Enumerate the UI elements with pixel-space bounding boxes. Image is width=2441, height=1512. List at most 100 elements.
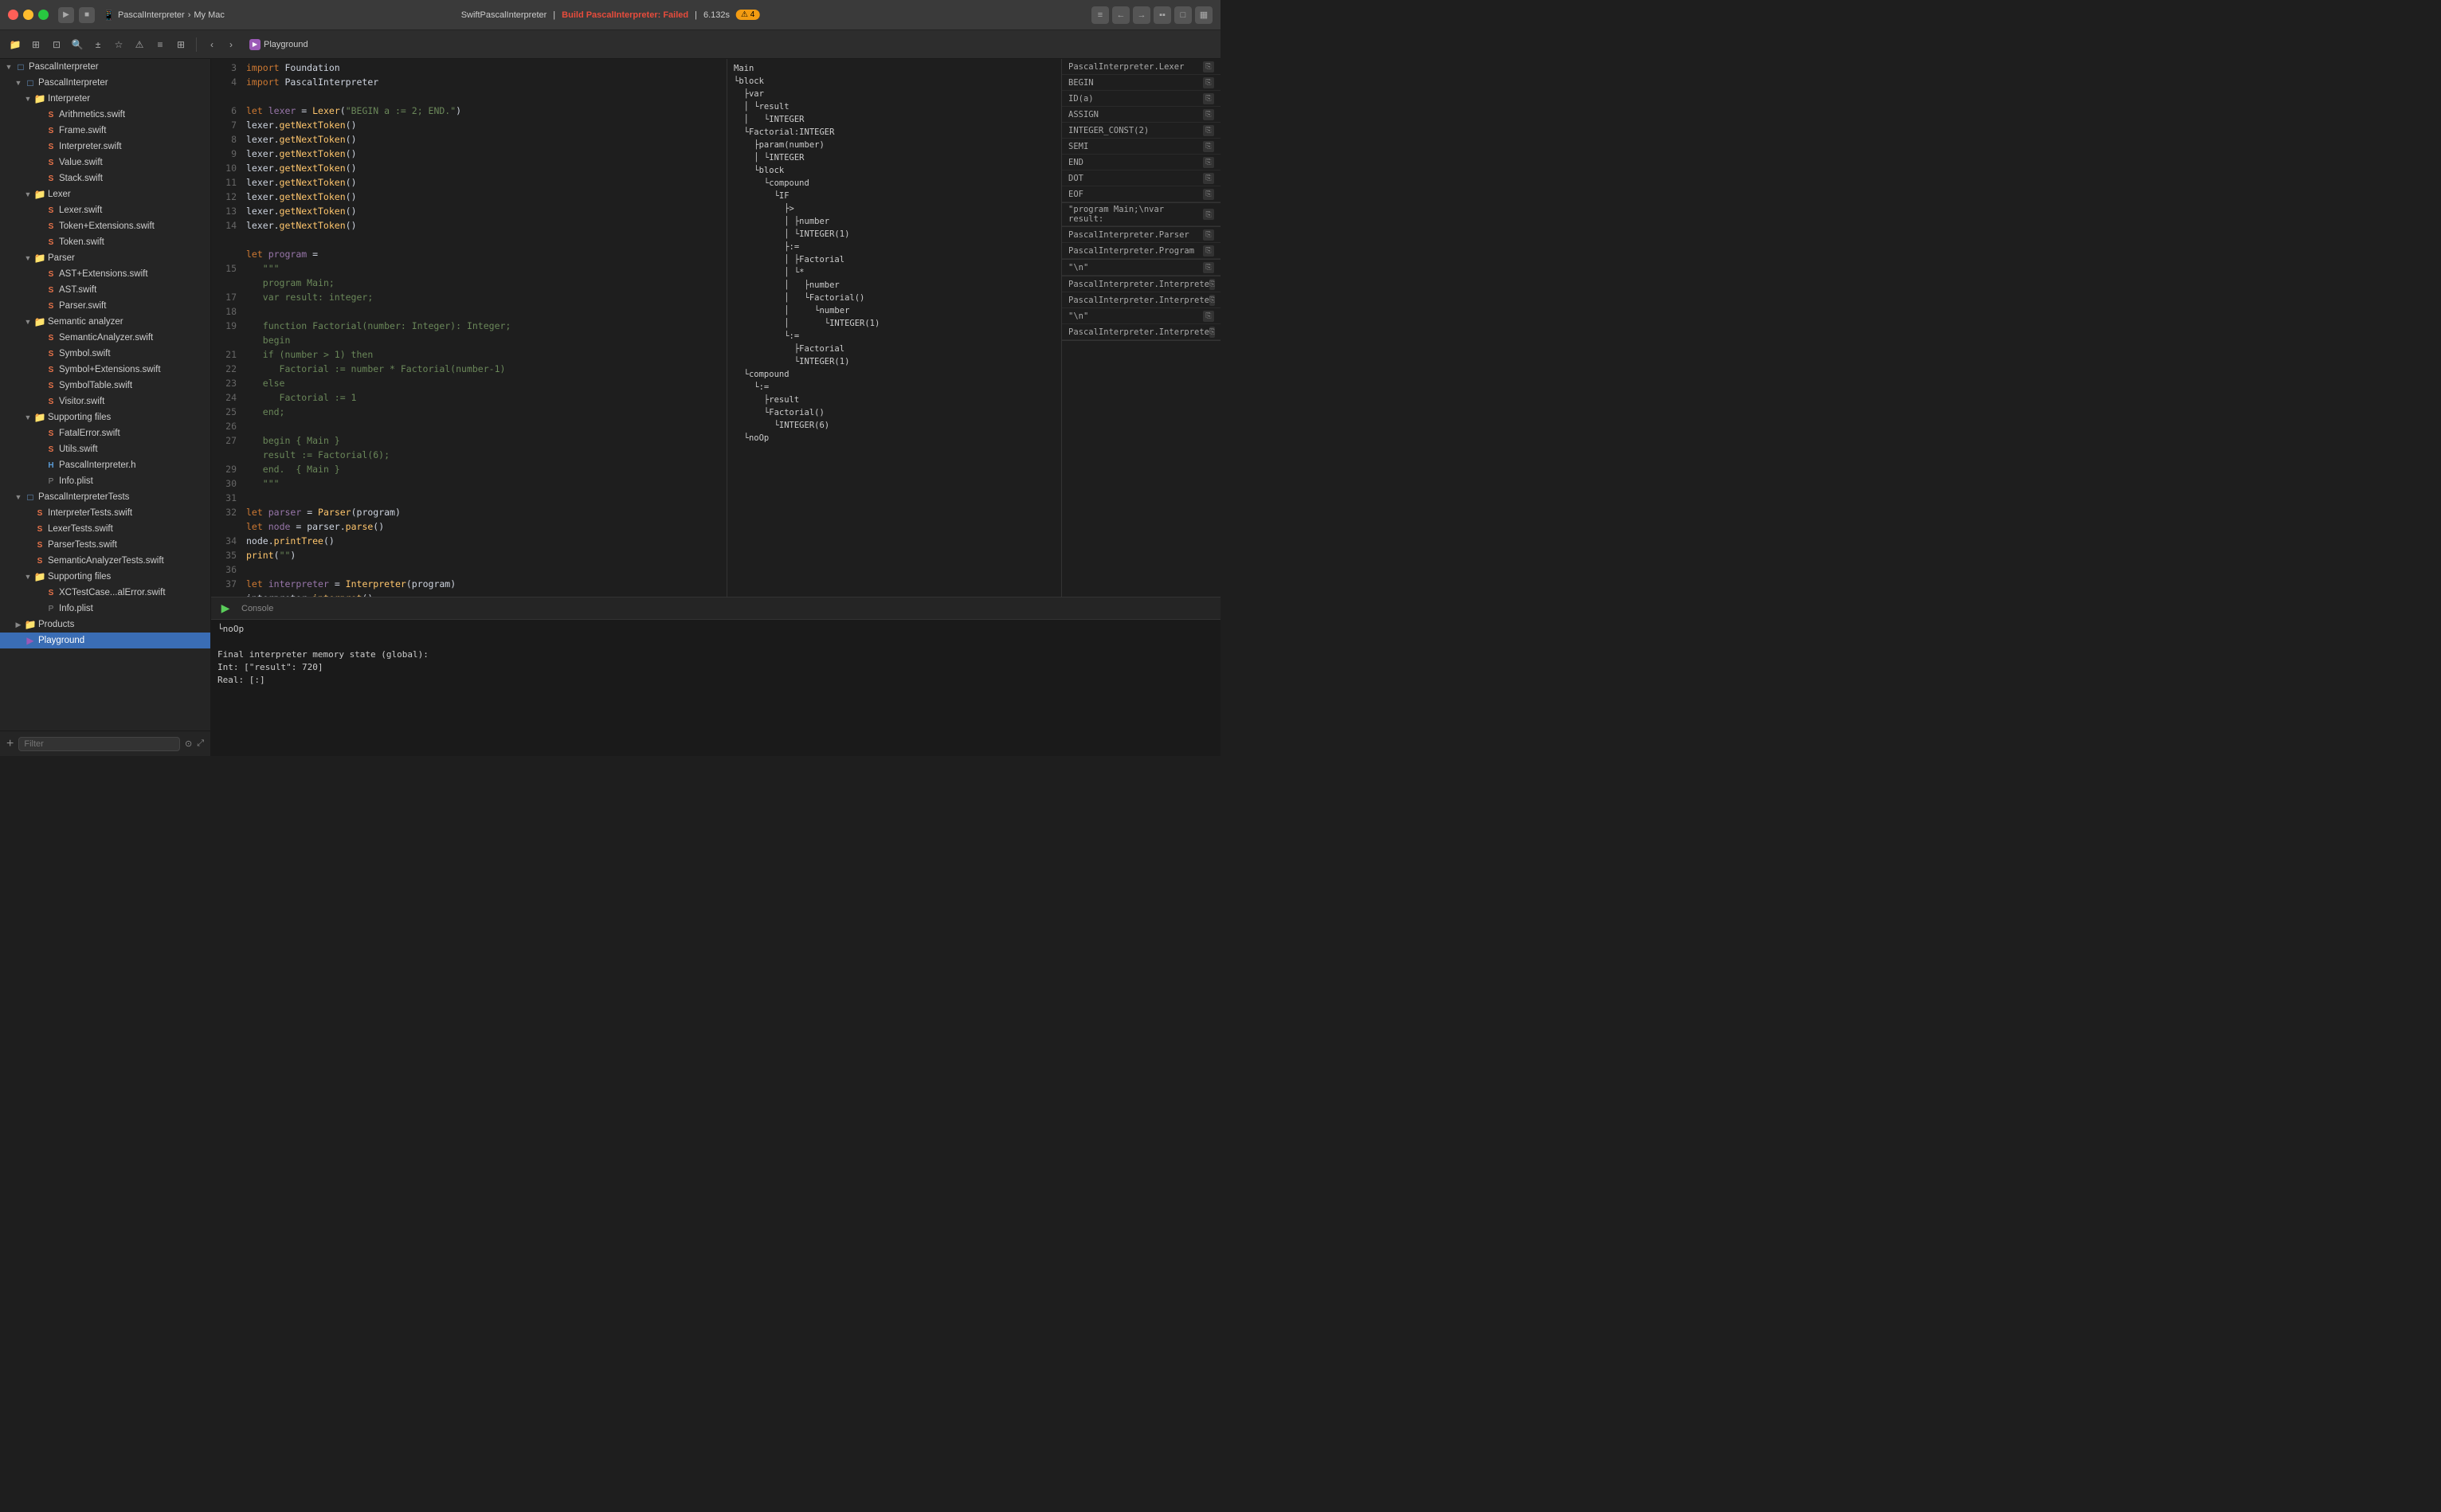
sidebar-item-tests-group[interactable]: ▼ □ PascalInterpreterTests bbox=[0, 489, 210, 505]
copy-icon[interactable]: ⎘ bbox=[1203, 77, 1214, 88]
copy-icon[interactable]: ⎘ bbox=[1203, 173, 1214, 184]
minimize-button[interactable] bbox=[23, 10, 33, 20]
copy-icon[interactable]: ⎘ bbox=[1203, 245, 1214, 257]
folder-icon[interactable]: 📁 bbox=[6, 36, 24, 53]
play-button[interactable]: ▶ bbox=[58, 7, 74, 23]
sidebar-item-root-pascalinterpreter[interactable]: ▼ □ PascalInterpreter bbox=[0, 59, 210, 75]
close-button[interactable] bbox=[8, 10, 18, 20]
sidebar-item-parsertests[interactable]: S ParserTests.swift bbox=[0, 537, 210, 553]
sidebar-item-visitor[interactable]: S Visitor.swift bbox=[0, 394, 210, 409]
console-output[interactable]: └noOp Final interpreter memory state (gl… bbox=[211, 620, 1220, 756]
sidebar-item-symboltable[interactable]: S SymbolTable.swift bbox=[0, 378, 210, 394]
sidebar-item-parser-folder[interactable]: ▼ 📁 Parser bbox=[0, 250, 210, 266]
sidebar-item-semanticanalyzer[interactable]: S SemanticAnalyzer.swift bbox=[0, 330, 210, 346]
filter-expand-icon[interactable]: ⤢ bbox=[197, 738, 204, 749]
copy-icon[interactable]: ⎘ bbox=[1203, 93, 1214, 104]
sidebar-item-semantic-folder[interactable]: ▼ 📁 Semantic analyzer bbox=[0, 314, 210, 330]
traffic-lights[interactable] bbox=[8, 10, 49, 20]
copy-icon[interactable]: ⎘ bbox=[1203, 125, 1214, 136]
sidebar-item-info-plist-2[interactable]: P Info.plist bbox=[0, 601, 210, 617]
copy-icon[interactable]: ⎘ bbox=[1209, 279, 1215, 290]
filter-options-icon[interactable]: ⊙ bbox=[185, 738, 192, 749]
sidebar-item-symbol[interactable]: S Symbol.swift bbox=[0, 346, 210, 362]
copy-icon[interactable]: ⎘ bbox=[1203, 311, 1214, 322]
sidebar-item-utils[interactable]: S Utils.swift bbox=[0, 441, 210, 457]
inspector-btn[interactable]: ▦ bbox=[1195, 6, 1213, 24]
copy-icon[interactable]: ⎘ bbox=[1203, 157, 1214, 168]
sidebar-item-stack[interactable]: S Stack.swift bbox=[0, 170, 210, 186]
ast-line: ├Factorial bbox=[734, 343, 1055, 355]
copy-icon[interactable]: ⎘ bbox=[1203, 262, 1214, 273]
console-label: Console bbox=[241, 604, 273, 613]
sidebar-item-parser[interactable]: S Parser.swift bbox=[0, 298, 210, 314]
sidebar-item-pascalinterpreter-group[interactable]: ▼ □ PascalInterpreter bbox=[0, 75, 210, 91]
sidebar-item-playground[interactable]: ▶ Playground bbox=[0, 633, 210, 648]
sidebar-item-lexer-folder[interactable]: ▼ 📁 Lexer bbox=[0, 186, 210, 202]
ast-line: ├param(number) bbox=[734, 139, 1055, 151]
ast-line: Main bbox=[734, 62, 1055, 75]
hierarchy-icon[interactable]: ⊞ bbox=[27, 36, 45, 53]
sidebar-item-pascalinterpreter-h[interactable]: H PascalInterpreter.h bbox=[0, 457, 210, 473]
search-icon[interactable]: 🔍 bbox=[69, 36, 86, 53]
breadcrumb-label: Playground bbox=[264, 40, 308, 49]
issue-icon[interactable]: ⚠ bbox=[131, 36, 148, 53]
code-line: interpreter.interpret() bbox=[246, 591, 720, 597]
copy-icon[interactable]: ⎘ bbox=[1203, 189, 1214, 200]
sidebar-item-arithmetics[interactable]: S Arithmetics.swift bbox=[0, 107, 210, 123]
build-info: SwiftPascalInterpreter bbox=[461, 10, 547, 20]
sidebar-item-token-ext[interactable]: S Token+Extensions.swift bbox=[0, 218, 210, 234]
nav-arrows[interactable]: ‹ › bbox=[203, 36, 240, 53]
sidebar-item-info-plist-1[interactable]: P Info.plist bbox=[0, 473, 210, 489]
copy-icon[interactable]: ⎘ bbox=[1203, 229, 1214, 241]
run-button[interactable]: ▶ bbox=[217, 601, 233, 617]
sidebar-item-frame[interactable]: S Frame.swift bbox=[0, 123, 210, 139]
sidebar-item-lexer[interactable]: S Lexer.swift bbox=[0, 202, 210, 218]
copy-icon[interactable]: ⎘ bbox=[1203, 109, 1214, 120]
code-editor[interactable]: import Foundation import PascalInterpret… bbox=[240, 59, 727, 597]
titlebar-right[interactable]: ≡ ← → ▪▪ □ ▦ bbox=[1091, 6, 1213, 24]
sidebar-item-ast[interactable]: S AST.swift bbox=[0, 282, 210, 298]
sidebar-item-value[interactable]: S Value.swift bbox=[0, 155, 210, 170]
sidebar-item-products[interactable]: ▶ 📁 Products bbox=[0, 617, 210, 633]
sidebar-item-interpreter-folder[interactable]: ▼ 📁 Interpreter bbox=[0, 91, 210, 107]
nav-back-icon[interactable]: ‹ bbox=[203, 36, 221, 53]
add-icon[interactable]: + bbox=[6, 737, 14, 751]
sidebar-item-fatalerror[interactable]: S FatalError.swift bbox=[0, 425, 210, 441]
copy-icon[interactable]: ⎘ bbox=[1209, 327, 1215, 338]
sidebar-item-xctestcase[interactable]: S XCTestCase...alError.swift bbox=[0, 585, 210, 601]
copy-icon[interactable]: ⎘ bbox=[1203, 141, 1214, 152]
editor-layout-btn[interactable]: ≡ bbox=[1091, 6, 1109, 24]
swift-file-icon: S bbox=[33, 539, 46, 550]
split-vertical-btn[interactable]: ▪▪ bbox=[1154, 6, 1171, 24]
fullscreen-button[interactable] bbox=[38, 10, 49, 20]
panel-btn[interactable]: □ bbox=[1174, 6, 1192, 24]
sidebar-item-lexertests[interactable]: S LexerTests.swift bbox=[0, 521, 210, 537]
bookmark-icon[interactable]: ☆ bbox=[110, 36, 127, 53]
forward-btn[interactable]: → bbox=[1133, 6, 1150, 24]
code-line bbox=[246, 233, 720, 247]
sidebar-tree[interactable]: ▼ □ PascalInterpreter ▼ □ PascalInterpre… bbox=[0, 59, 210, 731]
sidebar-item-supporting-files-1[interactable]: ▼ 📁 Supporting files bbox=[0, 409, 210, 425]
titlebar-controls[interactable]: ▶ ■ bbox=[58, 7, 95, 23]
diff-icon[interactable]: ± bbox=[89, 36, 107, 53]
filter-icon[interactable]: ⊡ bbox=[48, 36, 65, 53]
build-status: Build PascalInterpreter: Failed bbox=[562, 10, 688, 20]
sidebar-item-interptests[interactable]: S InterpreterTests.swift bbox=[0, 505, 210, 521]
sidebar-item-supporting-files-2[interactable]: ▼ 📁 Supporting files bbox=[0, 569, 210, 585]
stop-button[interactable]: ■ bbox=[79, 7, 95, 23]
grid-icon[interactable]: ⊞ bbox=[172, 36, 190, 53]
copy-icon[interactable]: ⎘ bbox=[1203, 209, 1214, 220]
sidebar-item-semantictests[interactable]: S SemanticAnalyzerTests.swift bbox=[0, 553, 210, 569]
copy-icon[interactable]: ⎘ bbox=[1203, 61, 1214, 72]
list-icon[interactable]: ≡ bbox=[151, 36, 169, 53]
sidebar-item-interpreter-swift[interactable]: S Interpreter.swift bbox=[0, 139, 210, 155]
sidebar-item-symbol-ext[interactable]: S Symbol+Extensions.swift bbox=[0, 362, 210, 378]
sidebar-item-ast-ext[interactable]: S AST+Extensions.swift bbox=[0, 266, 210, 282]
nav-forward-icon[interactable]: › bbox=[222, 36, 240, 53]
filter-input[interactable] bbox=[18, 737, 180, 751]
warning-badge[interactable]: ⚠ 4 bbox=[736, 10, 759, 20]
back-btn[interactable]: ← bbox=[1112, 6, 1130, 24]
code-line bbox=[246, 562, 720, 577]
copy-icon[interactable]: ⎘ bbox=[1209, 295, 1215, 306]
sidebar-item-token[interactable]: S Token.swift bbox=[0, 234, 210, 250]
